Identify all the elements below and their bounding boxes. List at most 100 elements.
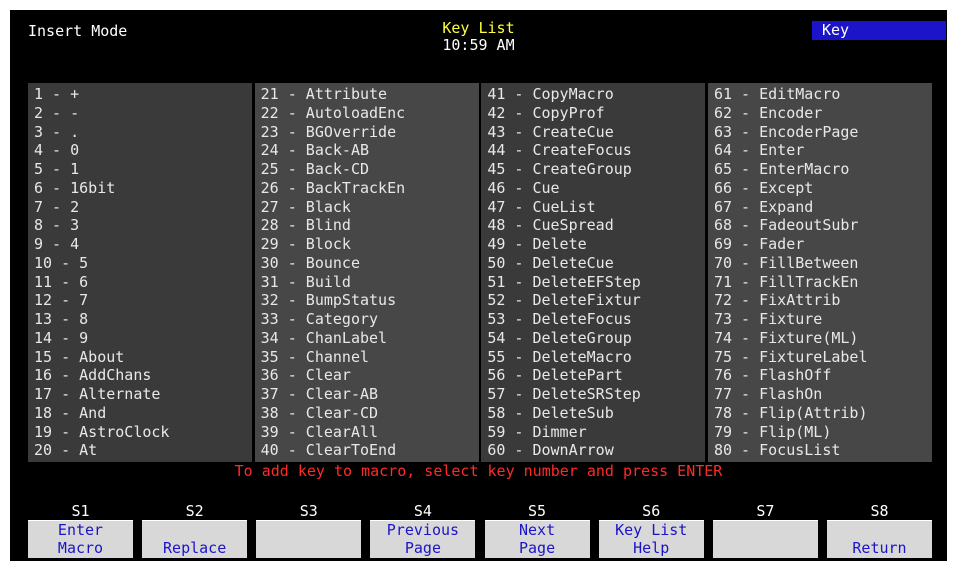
- softkey-label-bottom: Page: [519, 539, 556, 557]
- key-list-item[interactable]: 40 - ClearToEnd: [255, 441, 479, 460]
- key-list-item[interactable]: 78 - Flip(Attrib): [708, 404, 932, 423]
- key-list-item[interactable]: 47 - CueList: [481, 198, 705, 217]
- key-list-item[interactable]: 35 - Channel: [255, 348, 479, 367]
- key-list-item[interactable]: 58 - DeleteSub: [481, 404, 705, 423]
- clock-time: 10:59 AM: [442, 36, 515, 54]
- key-list-item[interactable]: 76 - FlashOff: [708, 366, 932, 385]
- softkey-slot-label: S5: [528, 502, 547, 520]
- key-list-item[interactable]: 15 - About: [28, 348, 252, 367]
- key-list-item[interactable]: 54 - DeleteGroup: [481, 329, 705, 348]
- key-list-item[interactable]: 49 - Delete: [481, 235, 705, 254]
- key-list-item[interactable]: 73 - Fixture: [708, 310, 932, 329]
- key-list-item[interactable]: 5 - 1: [28, 160, 252, 179]
- key-list-item[interactable]: 61 - EditMacro: [708, 85, 932, 104]
- key-list-item[interactable]: 64 - Enter: [708, 141, 932, 160]
- softkey-button[interactable]: Enter Macro: [28, 520, 133, 558]
- key-list-item[interactable]: 63 - EncoderPage: [708, 123, 932, 142]
- key-list-item[interactable]: 70 - FillBetween: [708, 254, 932, 273]
- softkey-slot-label: S2: [185, 502, 204, 520]
- key-list-item[interactable]: 57 - DeleteSRStep: [481, 385, 705, 404]
- key-list-item[interactable]: 65 - EnterMacro: [708, 160, 932, 179]
- softkey-button[interactable]: Replace: [142, 520, 248, 558]
- key-list-item[interactable]: 46 - Cue: [481, 179, 705, 198]
- key-list-item[interactable]: 71 - FillTrackEn: [708, 273, 932, 292]
- key-list-item[interactable]: 51 - DeleteEFStep: [481, 273, 705, 292]
- key-list-item[interactable]: 37 - Clear-AB: [255, 385, 479, 404]
- key-list-item[interactable]: 25 - Back-CD: [255, 160, 479, 179]
- key-list-item[interactable]: 56 - DeletePart: [481, 366, 705, 385]
- softkey-button[interactable]: Next Page: [484, 520, 590, 558]
- key-list-item[interactable]: 75 - FixtureLabel: [708, 348, 932, 367]
- key-list-item[interactable]: 53 - DeleteFocus: [481, 310, 705, 329]
- key-list-item[interactable]: 13 - 8: [28, 310, 252, 329]
- key-list-item[interactable]: 16 - AddChans: [28, 366, 252, 385]
- key-list-item[interactable]: 11 - 6: [28, 273, 252, 292]
- key-list-item[interactable]: 18 - And: [28, 404, 252, 423]
- key-list-item[interactable]: 23 - BGOverride: [255, 123, 479, 142]
- key-list-item[interactable]: 8 - 3: [28, 216, 252, 235]
- key-list-item[interactable]: 7 - 2: [28, 198, 252, 217]
- key-list-item[interactable]: 20 - At: [28, 441, 252, 460]
- key-list-item[interactable]: 48 - CueSpread: [481, 216, 705, 235]
- console-screen: Insert Mode Key List 10:59 AM Key 1 - +2…: [10, 10, 947, 561]
- key-list-item[interactable]: 52 - DeleteFixtur: [481, 291, 705, 310]
- key-list-item[interactable]: 28 - Blind: [255, 216, 479, 235]
- softkey-button[interactable]: [712, 520, 818, 558]
- key-list-item[interactable]: 31 - Build: [255, 273, 479, 292]
- key-list-item[interactable]: 39 - ClearAll: [255, 423, 479, 442]
- screen-title: Key List: [442, 19, 515, 37]
- key-list-item[interactable]: 74 - Fixture(ML): [708, 329, 932, 348]
- key-list-item[interactable]: 68 - FadeoutSubr: [708, 216, 932, 235]
- key-list-item[interactable]: 29 - Block: [255, 235, 479, 254]
- key-list-item[interactable]: 42 - CopyProf: [481, 104, 705, 123]
- key-list-item[interactable]: 69 - Fader: [708, 235, 932, 254]
- key-list-item[interactable]: 27 - Black: [255, 198, 479, 217]
- key-list-item[interactable]: 33 - Category: [255, 310, 479, 329]
- key-list-item[interactable]: 10 - 5: [28, 254, 252, 273]
- key-list-item[interactable]: 45 - CreateGroup: [481, 160, 705, 179]
- key-list-item[interactable]: 43 - CreateCue: [481, 123, 705, 142]
- key-list-item[interactable]: 24 - Back-AB: [255, 141, 479, 160]
- softkey-label-bottom: Help: [633, 539, 670, 557]
- key-list-item[interactable]: 59 - Dimmer: [481, 423, 705, 442]
- softkey-button[interactable]: [256, 520, 362, 558]
- key-list-item[interactable]: 79 - Flip(ML): [708, 423, 932, 442]
- key-list-item[interactable]: 6 - 16bit: [28, 179, 252, 198]
- key-list-item[interactable]: 50 - DeleteCue: [481, 254, 705, 273]
- key-list-item[interactable]: 1 - +: [28, 85, 252, 104]
- key-list-item[interactable]: 3 - .: [28, 123, 252, 142]
- key-list-item[interactable]: 30 - Bounce: [255, 254, 479, 273]
- softkey-slot-label: S3: [299, 502, 318, 520]
- key-list-item[interactable]: 14 - 9: [28, 329, 252, 348]
- key-list-item[interactable]: 19 - AstroClock: [28, 423, 252, 442]
- key-list-item[interactable]: 55 - DeleteMacro: [481, 348, 705, 367]
- softkey-label-bottom: Macro: [57, 539, 104, 557]
- key-list-item[interactable]: 38 - Clear-CD: [255, 404, 479, 423]
- key-list-item[interactable]: 62 - Encoder: [708, 104, 932, 123]
- key-list-item[interactable]: 9 - 4: [28, 235, 252, 254]
- key-entry-field[interactable]: Key: [812, 21, 946, 40]
- key-list-item[interactable]: 80 - FocusList: [708, 441, 932, 460]
- softkey-button[interactable]: Previous Page: [370, 520, 476, 558]
- key-list-item[interactable]: 22 - AutoloadEnc: [255, 104, 479, 123]
- softkey-button[interactable]: Key List Help: [598, 520, 704, 558]
- key-list-item[interactable]: 41 - CopyMacro: [481, 85, 705, 104]
- key-list-item[interactable]: 34 - ChanLabel: [255, 329, 479, 348]
- key-list-item[interactable]: 67 - Expand: [708, 198, 932, 217]
- key-list-item[interactable]: 60 - DownArrow: [481, 441, 705, 460]
- softkey-button[interactable]: Return: [826, 520, 932, 558]
- key-list-item[interactable]: 32 - BumpStatus: [255, 291, 479, 310]
- key-list-item[interactable]: 66 - Except: [708, 179, 932, 198]
- key-list-item[interactable]: 72 - FixAttrib: [708, 291, 932, 310]
- key-list-item[interactable]: 77 - FlashOn: [708, 385, 932, 404]
- key-list-column: 61 - EditMacro 62 - Encoder 63 - EncoderPa…: [707, 83, 932, 462]
- key-list-item[interactable]: 44 - CreateFocus: [481, 141, 705, 160]
- key-list-item[interactable]: 21 - Attribute: [255, 85, 479, 104]
- key-list-item[interactable]: 4 - 0: [28, 141, 252, 160]
- softkey-label-bottom: Return: [852, 539, 907, 557]
- key-list-item[interactable]: 36 - Clear: [255, 366, 479, 385]
- key-list-item[interactable]: 26 - BackTrackEn: [255, 179, 479, 198]
- key-list-item[interactable]: 12 - 7: [28, 291, 252, 310]
- key-list-item[interactable]: 2 - -: [28, 104, 252, 123]
- key-list-item[interactable]: 17 - Alternate: [28, 385, 252, 404]
